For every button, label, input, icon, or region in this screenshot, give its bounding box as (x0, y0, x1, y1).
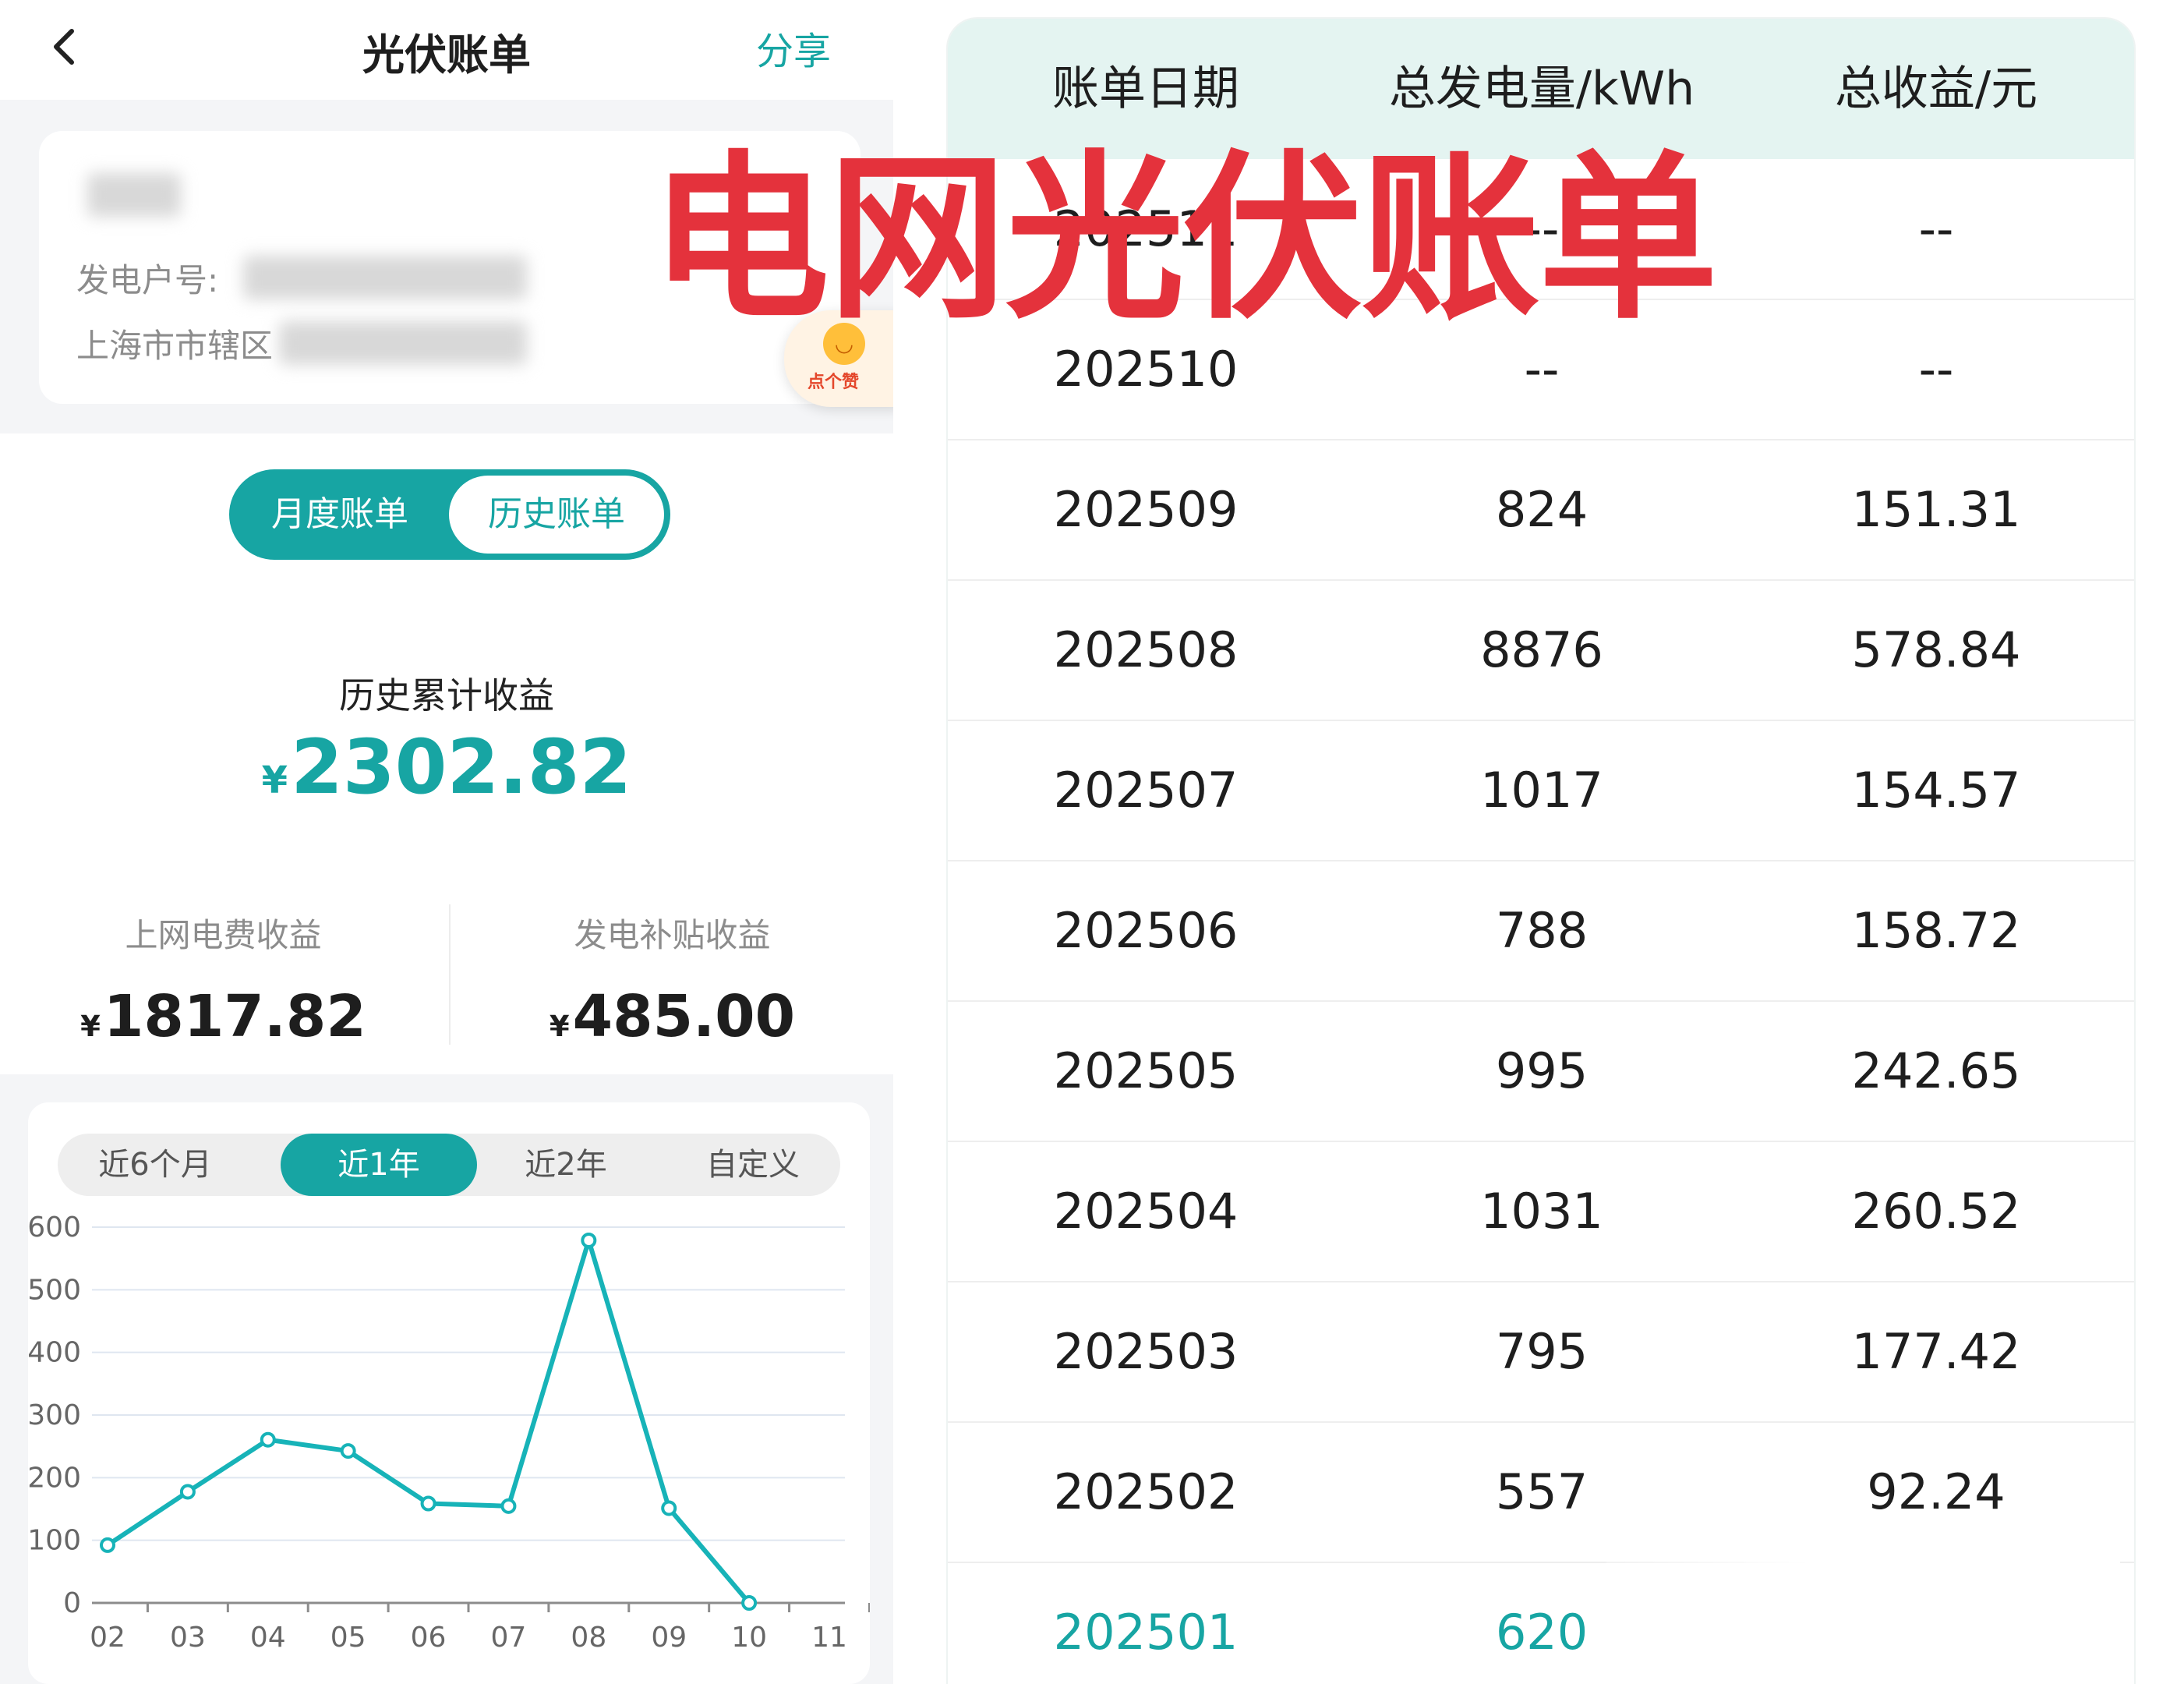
monthly-earnings-line-chart: 0 100 200 300 400 500 600 02 03 04 05 06 07 08 09 10 11 (28, 1212, 870, 1654)
data-point (179, 1484, 196, 1500)
data-point (581, 1232, 597, 1248)
x-tick-label: 11 (811, 1622, 847, 1654)
cell-bill-date: 202502 (1053, 1463, 1239, 1520)
range-6-months[interactable]: 近6个月 (58, 1134, 253, 1196)
cell-earnings: 154.57 (1851, 762, 2021, 819)
cell-earnings: 158.72 (1851, 902, 2021, 959)
table-row[interactable]: 202504 1031 260.52 (948, 1141, 2134, 1282)
grid-earnings: 上网电费收益 ¥1817.82 (0, 909, 447, 1050)
household-number-redacted (243, 256, 527, 299)
currency-symbol: ¥ (80, 1010, 101, 1043)
y-tick-label: 200 (28, 1462, 81, 1494)
cell-generation: 995 (1495, 1042, 1589, 1099)
total-earnings-amount: 2302.82 (291, 723, 632, 811)
overlay-caption: 电网光伏账单 (650, 136, 1718, 344)
range-2-years[interactable]: 近2年 (486, 1134, 645, 1196)
currency-symbol: ¥ (549, 1010, 570, 1043)
subsidy-earnings-label: 发电补贴收益 (574, 916, 771, 954)
x-tick-label: 05 (330, 1622, 366, 1654)
subsidy-earnings: 发电补贴收益 ¥485.00 (449, 909, 893, 1050)
cell-earnings: 177.42 (1851, 1323, 2021, 1380)
cell-generation: 788 (1495, 902, 1589, 959)
bill-type-toggle: 月度账单 历史账单 (229, 469, 670, 560)
x-tick-label: 09 (651, 1622, 687, 1654)
cell-earnings: -- (1918, 341, 1954, 398)
y-tick-label: 100 (28, 1525, 81, 1557)
x-tick-label: 03 (170, 1622, 206, 1654)
subsidy-earnings-value: ¥485.00 (449, 983, 893, 1050)
y-tick-label: 600 (28, 1212, 81, 1244)
share-button[interactable]: 分享 (756, 20, 831, 75)
cell-earnings: 578.84 (1851, 621, 2021, 678)
table-row[interactable]: 202506 788 158.72 (948, 861, 2134, 1002)
data-point (340, 1443, 356, 1459)
cell-bill-date: 202506 (1053, 902, 1239, 959)
cell-earnings: 260.52 (1851, 1183, 2021, 1240)
cell-bill-date: 202507 (1053, 762, 1239, 819)
account-name-redacted (87, 173, 181, 217)
data-point (260, 1431, 276, 1448)
cell-generation: 795 (1495, 1323, 1589, 1380)
cell-bill-date: 202509 (1053, 481, 1239, 538)
data-point (420, 1495, 436, 1512)
like-label: 点个赞 (808, 373, 860, 392)
range-1-year[interactable]: 近1年 (281, 1134, 477, 1196)
y-tick-label: 400 (28, 1337, 81, 1369)
data-point (741, 1595, 758, 1611)
x-tick-label: 02 (90, 1622, 125, 1654)
range-custom[interactable]: 自定义 (673, 1134, 832, 1196)
x-tick-label: 10 (731, 1622, 767, 1654)
nav-bar: 光伏账单 分享 (0, 0, 893, 100)
cell-earnings: 242.65 (1851, 1042, 2021, 1099)
cell-generation: 1031 (1480, 1183, 1603, 1240)
table-row[interactable]: 202509 824 151.31 (948, 440, 2134, 581)
data-point (500, 1498, 517, 1514)
data-point (100, 1537, 115, 1553)
cell-generation: 8876 (1480, 621, 1603, 678)
region-label: 上海市市辖区 (76, 327, 274, 365)
currency-symbol: ¥ (261, 759, 288, 802)
series-line (106, 1237, 751, 1604)
tab-history-bill[interactable]: 历史账单 (449, 476, 664, 554)
cell-bill-date: 202508 (1053, 621, 1239, 678)
grid-earnings-value: ¥1817.82 (0, 983, 447, 1050)
time-range-selector: 近6个月 近1年 近2年 自定义 (58, 1134, 840, 1196)
table-row[interactable]: 202508 8876 578.84 (948, 580, 2134, 721)
cell-bill-date: 202504 (1053, 1183, 1239, 1240)
cell-bill-date: 202503 (1053, 1323, 1239, 1380)
tab-monthly-bill[interactable]: 月度账单 (229, 469, 451, 560)
y-tick-label: 0 (63, 1587, 81, 1619)
grid-earnings-amount: 1817.82 (103, 983, 366, 1050)
subsidy-earnings-amount: 485.00 (572, 983, 796, 1050)
address-redacted (279, 321, 527, 365)
earnings-summary: 月度账单 历史账单 历史累计收益 ¥2302.82 上网电费收益 ¥1817.8… (0, 433, 893, 1074)
total-earnings-label: 历史累计收益 (339, 674, 554, 716)
y-tick-label: 300 (28, 1399, 81, 1431)
x-tick-label: 07 (491, 1622, 527, 1654)
grid-earnings-label: 上网电费收益 (125, 916, 322, 954)
table-row[interactable]: 202503 795 177.42 (948, 1282, 2134, 1423)
cell-earnings: -- (1918, 200, 1954, 257)
header-earnings: 总收益/元 (1834, 62, 2038, 116)
redacted-fade (1606, 1527, 2120, 1589)
total-earnings-value: ¥2302.82 (0, 720, 893, 827)
x-tick-label: 08 (571, 1622, 606, 1654)
cell-generation: 824 (1495, 481, 1589, 538)
data-point (661, 1500, 677, 1516)
x-tick-label: 04 (250, 1622, 286, 1654)
table-row[interactable]: 202505 995 242.65 (948, 1001, 2134, 1142)
cell-earnings: 151.31 (1851, 481, 2021, 538)
y-tick-label: 500 (28, 1274, 81, 1306)
cell-bill-date: 202505 (1053, 1042, 1239, 1099)
household-number-label: 发电户号: (76, 261, 219, 299)
earnings-chart-card: 近6个月 近1年 近2年 自定义 0 100 200 300 400 500 600 02 03… (28, 1102, 870, 1684)
cell-bill-date: 202501 (1053, 1604, 1239, 1661)
cell-generation: 1017 (1480, 762, 1603, 819)
table-row[interactable]: 202507 1017 154.57 (948, 720, 2134, 861)
x-tick-label: 06 (411, 1622, 447, 1654)
